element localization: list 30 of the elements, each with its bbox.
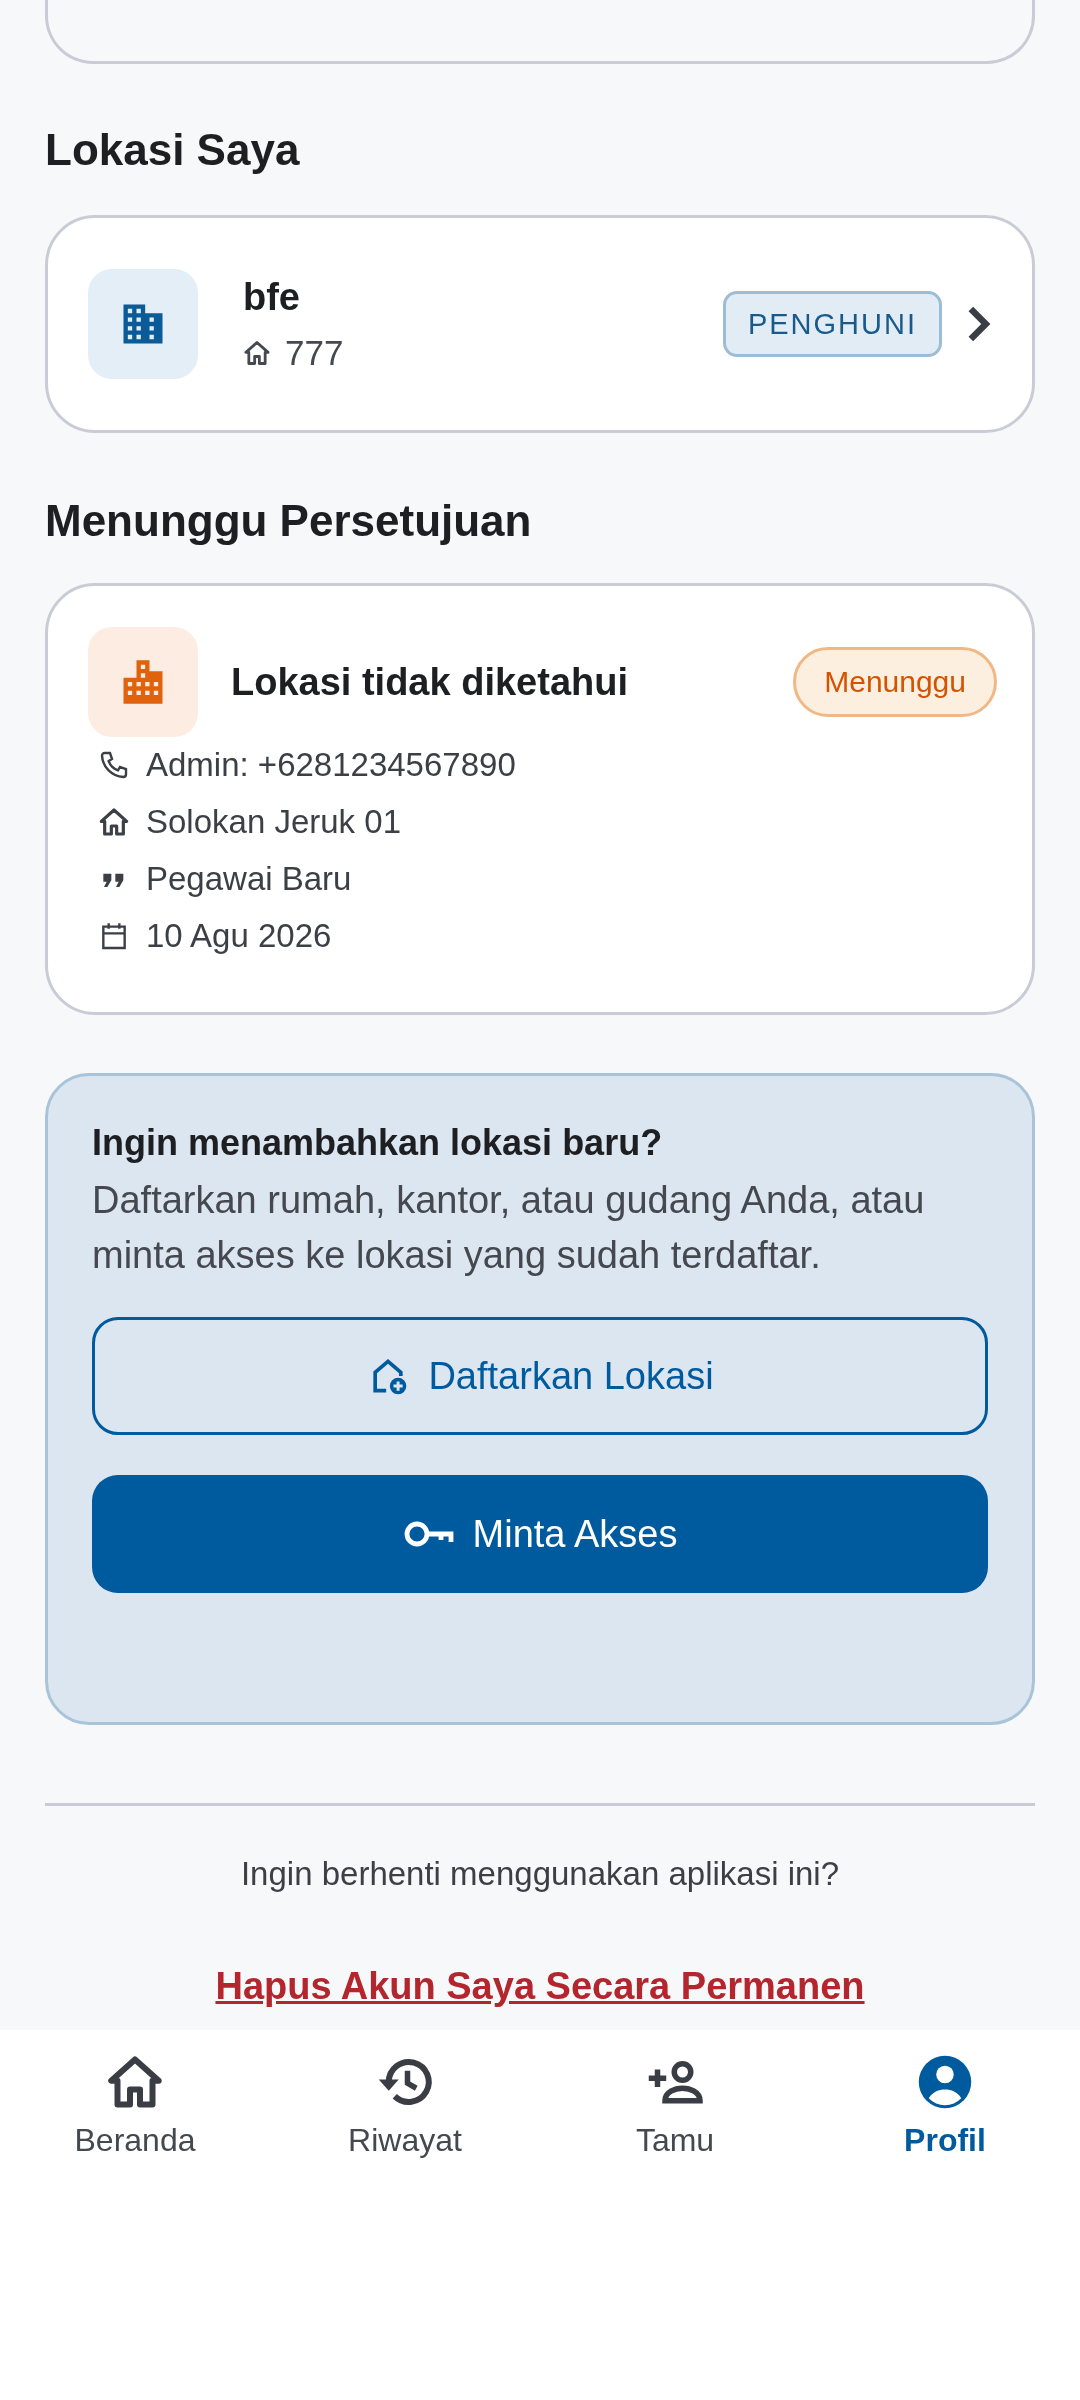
role-badge: PENGHUNI	[722, 291, 942, 357]
tab-label: Tamu	[635, 2122, 715, 2159]
tab-label: Beranda	[74, 2122, 196, 2159]
detail-text: 10 Agu 2026	[146, 917, 332, 955]
tab-label: Riwayat	[348, 2122, 462, 2159]
status-badge: Menunggu	[793, 647, 997, 717]
request-access-button[interactable]: Minta Akses	[92, 1475, 988, 1593]
register-location-button[interactable]: Daftarkan Lokasi	[92, 1317, 988, 1435]
section-title: Menunggu Persetujuan	[45, 495, 533, 547]
card-description: Daftarkan rumah, kantor, atau gudang Anda, atau minta akses ke lokasi yang sudah terdaftar.	[92, 1178, 926, 1278]
detail-text: Admin: +6281234567890	[146, 746, 516, 784]
home-icon	[243, 339, 271, 367]
nav-tab[interactable]: Beranda	[0, 2052, 270, 2159]
card-title: Ingin menambahkan lokasi baru?	[92, 1121, 664, 1165]
nav-tab[interactable]: Riwayat	[270, 2052, 540, 2159]
location-card[interactable]: bfe 777 PENGHUNI	[45, 215, 1035, 433]
home-icon	[98, 806, 130, 838]
nav-tab[interactable]: Tamu	[540, 2052, 810, 2159]
detail-text: Solokan Jeruk 01	[146, 803, 401, 841]
question-text: Ingin berhenti menggunakan aplikasi ini?	[240, 1854, 840, 1894]
detail-text: Pegawai Baru	[146, 860, 352, 898]
delete-account-link[interactable]: Hapus Akun Saya Secara Permanen	[215, 1966, 865, 2006]
phone-icon	[98, 749, 130, 781]
location-name: bfe	[243, 275, 301, 319]
section-title: Lokasi Saya	[45, 124, 301, 176]
location-name: Lokasi tidak diketahui	[231, 660, 629, 704]
nav-tab[interactable]: Profil	[810, 2052, 1080, 2159]
tab-label: Profil	[904, 2122, 986, 2159]
unit-number: 777	[285, 333, 344, 373]
pending-card[interactable]: Lokasi tidak diketahui Menunggu Admin: +6281234567890 Solokan Jeruk 01 Pegawai Baru 10 Agu 2026	[45, 583, 1035, 1015]
